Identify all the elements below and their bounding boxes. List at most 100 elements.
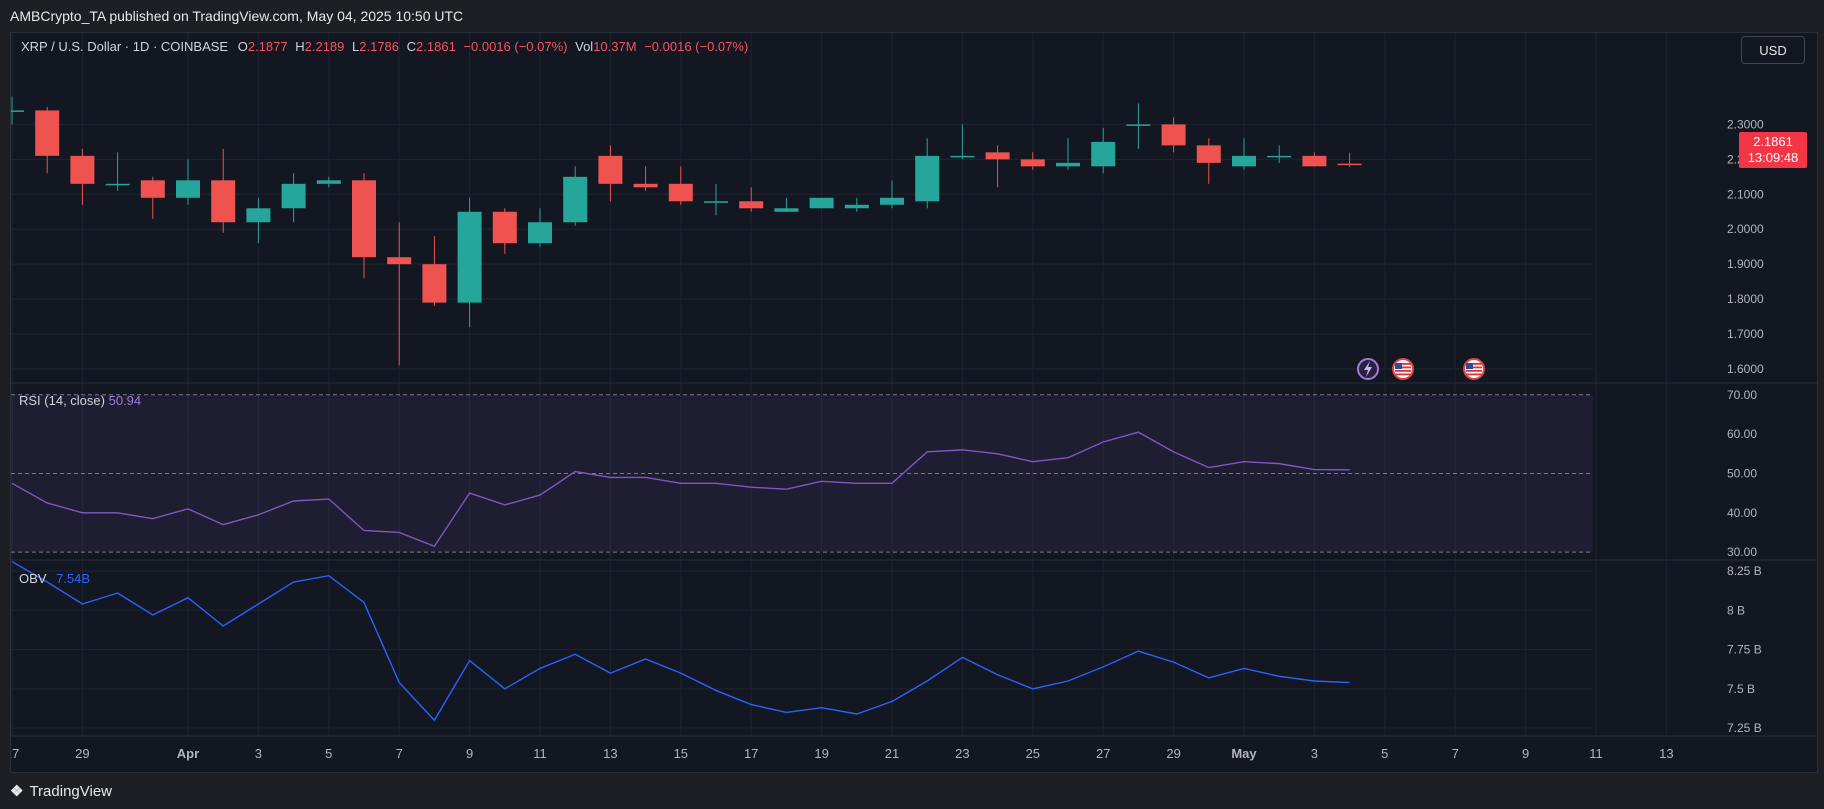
time-axis-label: 27 xyxy=(1096,746,1110,761)
price-axis-label: 2.1000 xyxy=(1727,187,1764,201)
open-value: 2.1877 xyxy=(247,39,288,54)
candle-body xyxy=(1267,155,1292,158)
time-axis-label: Apr xyxy=(177,746,199,761)
time-axis-label: 5 xyxy=(325,746,332,761)
time-axis-label: 7 xyxy=(1452,746,1459,761)
chart-svg[interactable]: 2.30002.20002.10002.00001.90001.80001.70… xyxy=(11,33,1817,772)
candle-body xyxy=(1302,155,1327,167)
close-value: 2.1861 xyxy=(416,39,456,54)
rsi-legend[interactable]: RSI (14, close) 50.94 xyxy=(19,393,141,408)
candle-body xyxy=(35,110,60,156)
volume-change: −0.0016 (−0.07%) xyxy=(644,39,749,54)
tradingview-logo-icon: ❖ xyxy=(10,783,24,800)
rsi-label: RSI (14, close) xyxy=(19,393,105,408)
candle-body xyxy=(774,208,799,212)
price-axis-label: 1.9000 xyxy=(1727,257,1764,271)
us-flag-icon[interactable] xyxy=(1392,358,1414,380)
time-axis-label: 9 xyxy=(466,746,473,761)
time-axis-label: 5 xyxy=(1381,746,1388,761)
candle-body xyxy=(915,155,940,202)
obv-legend[interactable]: OBV 7.54B xyxy=(19,571,90,586)
time-axis-label: 15 xyxy=(674,746,688,761)
time-axis-label: 13 xyxy=(1659,746,1673,761)
candle-body xyxy=(1232,155,1256,167)
chart-area[interactable]: 2.30002.20002.10002.00001.90001.80001.70… xyxy=(10,32,1818,773)
high-label: H xyxy=(295,39,305,54)
candle-body xyxy=(387,257,412,265)
candle-body xyxy=(246,208,271,223)
candle-body xyxy=(422,264,447,303)
obv-axis-label: 7.75 B xyxy=(1727,643,1762,657)
rsi-value: 50.94 xyxy=(108,393,142,408)
candle-body xyxy=(1196,145,1221,163)
time-axis-label: 3 xyxy=(1311,746,1318,761)
candle-body xyxy=(1337,163,1362,166)
symbol-label[interactable]: XRP / U.S. Dollar · 1D · COINBASE xyxy=(21,39,228,54)
rsi-axis-label: 70.00 xyxy=(1727,388,1757,402)
footer-brand[interactable]: ❖ TradingView xyxy=(10,780,112,804)
candle-body xyxy=(176,180,200,198)
last-price: 2.1861 xyxy=(1753,134,1793,149)
rsi-axis-label: 30.00 xyxy=(1727,545,1757,559)
time-axis-label: 3 xyxy=(255,746,262,761)
time-axis-label: 11 xyxy=(533,746,547,761)
candle-body xyxy=(352,180,376,258)
time-axis-label: 11 xyxy=(1589,746,1603,761)
price-axis-label: 1.6000 xyxy=(1727,362,1764,376)
volume-label: Vol xyxy=(575,39,594,54)
us-flag-icon[interactable] xyxy=(1463,358,1485,380)
close-label: C xyxy=(406,39,417,54)
publish-line: AMBCrypto_TA published on TradingView.co… xyxy=(10,8,464,24)
time-axis-label: 23 xyxy=(955,746,969,761)
obv-axis-label: 8 B xyxy=(1727,603,1745,617)
time-axis-label: 9 xyxy=(1522,746,1529,761)
candle-body xyxy=(1020,159,1045,167)
rsi-axis-label: 50.00 xyxy=(1727,466,1757,480)
time-axis-label: 21 xyxy=(885,746,899,761)
candle-body xyxy=(844,204,869,209)
candle-body xyxy=(950,155,975,158)
brand-name: TradingView xyxy=(29,783,112,800)
time-axis-label: 29 xyxy=(75,746,89,761)
candle-body xyxy=(70,155,95,184)
currency-button[interactable]: USD xyxy=(1741,36,1805,64)
candle-body xyxy=(668,183,693,202)
time-axis-label: 13 xyxy=(603,746,617,761)
obv-axis-label: 7.25 B xyxy=(1727,721,1762,735)
volume-value: 10.37M xyxy=(593,39,637,54)
price-axis-label: 2.0000 xyxy=(1727,222,1764,236)
candle-body xyxy=(316,180,341,184)
candle-body xyxy=(1161,124,1186,146)
candle-body xyxy=(211,180,236,223)
high-value: 2.2189 xyxy=(304,39,345,54)
time-axis-label: May xyxy=(1231,746,1257,761)
low-value: 2.1786 xyxy=(359,39,400,54)
time-axis-label: 17 xyxy=(744,746,758,761)
candle-body xyxy=(809,197,834,209)
candle-body xyxy=(11,110,24,112)
candle-body xyxy=(1126,124,1151,126)
time-axis-label: 25 xyxy=(1026,746,1040,761)
rsi-axis-label: 60.00 xyxy=(1727,427,1757,441)
candle-body xyxy=(985,152,1010,160)
candle-body xyxy=(1056,162,1080,167)
bar-countdown: 13:09:48 xyxy=(1747,150,1799,165)
lightning-icon[interactable] xyxy=(1357,358,1379,380)
obv-axis-label: 8.25 B xyxy=(1727,564,1762,578)
time-axis-label: 27 xyxy=(11,746,19,761)
candle-body xyxy=(140,180,165,198)
time-axis-label: 7 xyxy=(396,746,403,761)
obv-value: 7.54B xyxy=(56,571,91,586)
candle-body xyxy=(633,183,658,188)
candle-body xyxy=(492,211,517,244)
candle-body xyxy=(880,197,904,205)
last-price-tag: 2.1861 13:09:48 xyxy=(1739,132,1807,168)
price-axis-label: 2.3000 xyxy=(1727,117,1764,131)
price-change: −0.0016 (−0.07%) xyxy=(463,39,568,54)
candle-body xyxy=(528,222,552,244)
time-axis-label: 19 xyxy=(814,746,828,761)
rsi-axis-label: 40.00 xyxy=(1727,506,1757,520)
price-axis-label: 1.7000 xyxy=(1727,327,1764,341)
candle-body xyxy=(563,176,588,223)
ohlc-legend: XRP / U.S. Dollar · 1D · COINBASE O2.187… xyxy=(21,39,748,54)
